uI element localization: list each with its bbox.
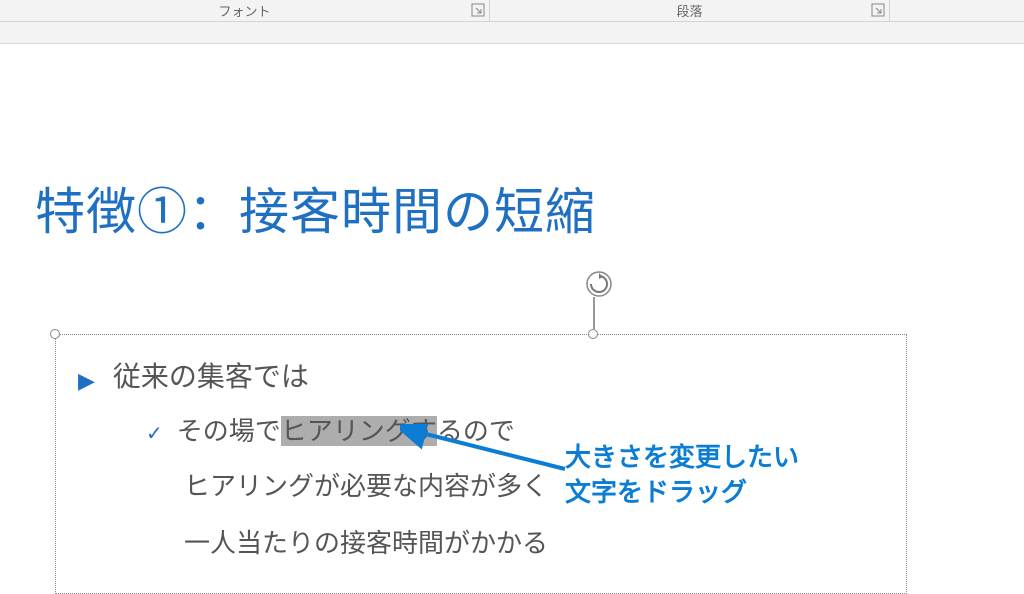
ribbon-group-font: フォント: [0, 0, 490, 21]
ribbon-group-labels: フォント 段落: [0, 0, 1024, 22]
paragraph-dialog-launcher-icon[interactable]: [871, 3, 885, 17]
bullet-level2-text: その場でヒアリングするので: [177, 411, 515, 448]
bullet-level3b-text: 一人当たりの接客時間がかかる: [184, 528, 548, 558]
lvl2-pre: その場で: [177, 416, 281, 446]
resize-handle-top-middle[interactable]: [588, 329, 598, 339]
bullet-level1[interactable]: ▶ 従来の集客では: [78, 355, 888, 395]
text-selection-2: す: [411, 416, 437, 446]
annotation-callout: 大きさを変更したい 文字をドラッグ: [565, 440, 799, 510]
annotation-line1: 大きさを変更したい: [565, 440, 799, 475]
slide-title[interactable]: 特徴①：接客時間の短縮: [35, 172, 596, 244]
ribbon-group-paragraph-label: 段落: [676, 1, 702, 20]
bullet-level1-text: 従来の集客では: [113, 355, 309, 395]
ribbon-group-font-label: フォント: [218, 1, 270, 20]
annotation-line2: 文字をドラッグ: [565, 475, 799, 510]
resize-handle-top-left[interactable]: [50, 329, 60, 339]
ribbon-spacer: [0, 22, 1024, 44]
lvl2-post: るので: [437, 416, 515, 446]
triangle-bullet-icon: ▶: [78, 368, 95, 394]
text-selection: ヒアリング: [281, 416, 411, 446]
rotation-handle-icon[interactable]: [585, 270, 613, 298]
font-dialog-launcher-icon[interactable]: [471, 3, 485, 17]
check-bullet-icon: ✓: [146, 421, 163, 446]
bullet-level3a-text: ヒアリングが必要な内容が多く: [184, 471, 548, 501]
rotation-stem: [593, 297, 595, 329]
bullet-level3b[interactable]: 一人当たりの接客時間がかかる: [184, 523, 888, 560]
ribbon-group-paragraph: 段落: [490, 0, 890, 21]
